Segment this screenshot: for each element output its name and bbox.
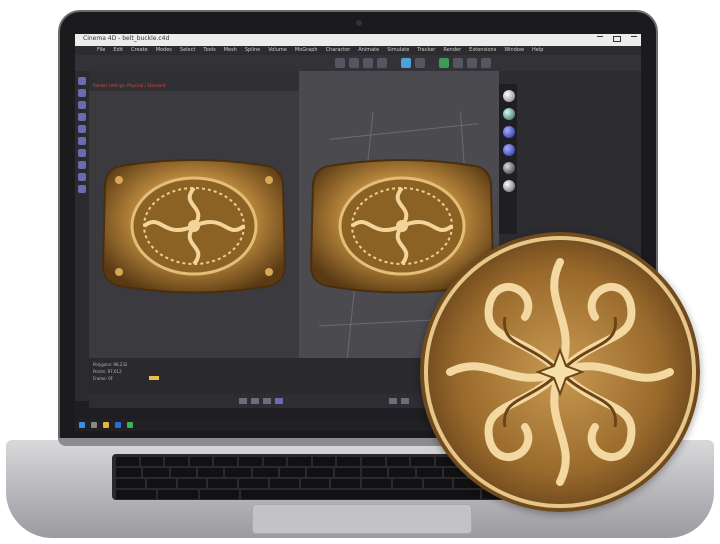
- material-icon[interactable]: [503, 90, 515, 102]
- menu-item[interactable]: Volume: [268, 46, 287, 55]
- rotate-icon[interactable]: [349, 58, 359, 68]
- spline-icon[interactable]: [453, 58, 463, 68]
- app-icon[interactable]: [115, 422, 121, 428]
- minimize-icon[interactable]: [597, 36, 603, 43]
- record-icon[interactable]: [275, 398, 283, 404]
- menu-item[interactable]: Edit: [113, 46, 123, 55]
- menu-item[interactable]: Select: [180, 46, 195, 55]
- material-icon[interactable]: [503, 108, 515, 120]
- forward-icon[interactable]: [263, 398, 271, 404]
- material-icon[interactable]: [503, 144, 515, 156]
- menu-item[interactable]: Mesh: [224, 46, 237, 55]
- window-controls[interactable]: [597, 36, 637, 43]
- render-settings-text: Render settings: Physical / Standard: [93, 83, 166, 88]
- scale-icon[interactable]: [363, 58, 373, 68]
- tool-icon[interactable]: [78, 149, 86, 157]
- material-icon[interactable]: [503, 180, 515, 192]
- tool-icon[interactable]: [78, 77, 86, 85]
- close-icon[interactable]: [631, 36, 637, 43]
- tool-icon[interactable]: [78, 185, 86, 193]
- left-tool-palette: [75, 71, 89, 401]
- key-icon[interactable]: [389, 398, 397, 404]
- key-icon[interactable]: [401, 398, 409, 404]
- menu-item[interactable]: Create: [131, 46, 148, 55]
- material-icon[interactable]: [503, 162, 515, 174]
- menu-bar: File Edit Create Modes Select Tools Mesh…: [75, 46, 641, 55]
- select-icon[interactable]: [377, 58, 387, 68]
- menu-item[interactable]: Simulate: [387, 46, 409, 55]
- windows-start-icon[interactable]: [79, 422, 85, 428]
- menu-item[interactable]: Window: [504, 46, 524, 55]
- menu-item[interactable]: Extensions: [469, 46, 496, 55]
- render-settings-icon[interactable]: [415, 58, 425, 68]
- menu-item[interactable]: File: [97, 46, 105, 55]
- toolbar: [75, 55, 641, 72]
- render-icon[interactable]: [401, 58, 411, 68]
- menu-item[interactable]: Modes: [156, 46, 172, 55]
- menu-item[interactable]: Tools: [203, 46, 215, 55]
- app-icon[interactable]: [127, 422, 133, 428]
- material-icon[interactable]: [503, 126, 515, 138]
- frame-readout: Frame: 0F: [93, 376, 113, 381]
- belt-buckle-render-left: [101, 159, 287, 294]
- status-badge: [149, 376, 159, 380]
- title-bar: Cinema 4D - belt_buckle.c4d: [75, 34, 641, 46]
- tool-icon[interactable]: [78, 113, 86, 121]
- tool-icon[interactable]: [78, 161, 86, 169]
- light-icon[interactable]: [481, 58, 491, 68]
- tool-icon[interactable]: [78, 173, 86, 181]
- nurbs-icon[interactable]: [467, 58, 477, 68]
- point-count: Points: 97,612: [93, 369, 122, 374]
- move-icon[interactable]: [335, 58, 345, 68]
- tool-icon[interactable]: [78, 89, 86, 97]
- folder-icon[interactable]: [103, 422, 109, 428]
- menu-item[interactable]: Spline: [245, 46, 260, 55]
- camera-icon: [356, 20, 362, 26]
- polygon-count: Polygons: 98,232: [93, 362, 128, 367]
- laptop: Cinema 4D - belt_buckle.c4d File Edit Cr…: [0, 0, 720, 544]
- menu-item[interactable]: Animate: [358, 46, 379, 55]
- rewind-icon[interactable]: [239, 398, 247, 404]
- maximize-icon[interactable]: [613, 36, 621, 42]
- tool-icon[interactable]: [78, 125, 86, 133]
- menu-item[interactable]: MoGraph: [295, 46, 318, 55]
- engraving-closeup: [420, 232, 700, 512]
- menu-item[interactable]: Render: [443, 46, 461, 55]
- play-icon[interactable]: [251, 398, 259, 404]
- menu-item[interactable]: Character: [326, 46, 351, 55]
- window-title: Cinema 4D - belt_buckle.c4d: [83, 35, 170, 42]
- tool-icon[interactable]: [78, 101, 86, 109]
- cube-icon[interactable]: [439, 58, 449, 68]
- search-icon[interactable]: [91, 422, 97, 428]
- menu-item[interactable]: Help: [532, 46, 543, 55]
- tool-icon[interactable]: [78, 137, 86, 145]
- zoom-detail-circle: [420, 232, 700, 512]
- menu-item[interactable]: Tracker: [417, 46, 435, 55]
- material-column: [499, 84, 517, 234]
- viewport-header: Render settings: Physical / Standard: [89, 71, 299, 91]
- trackpad[interactable]: [252, 504, 472, 534]
